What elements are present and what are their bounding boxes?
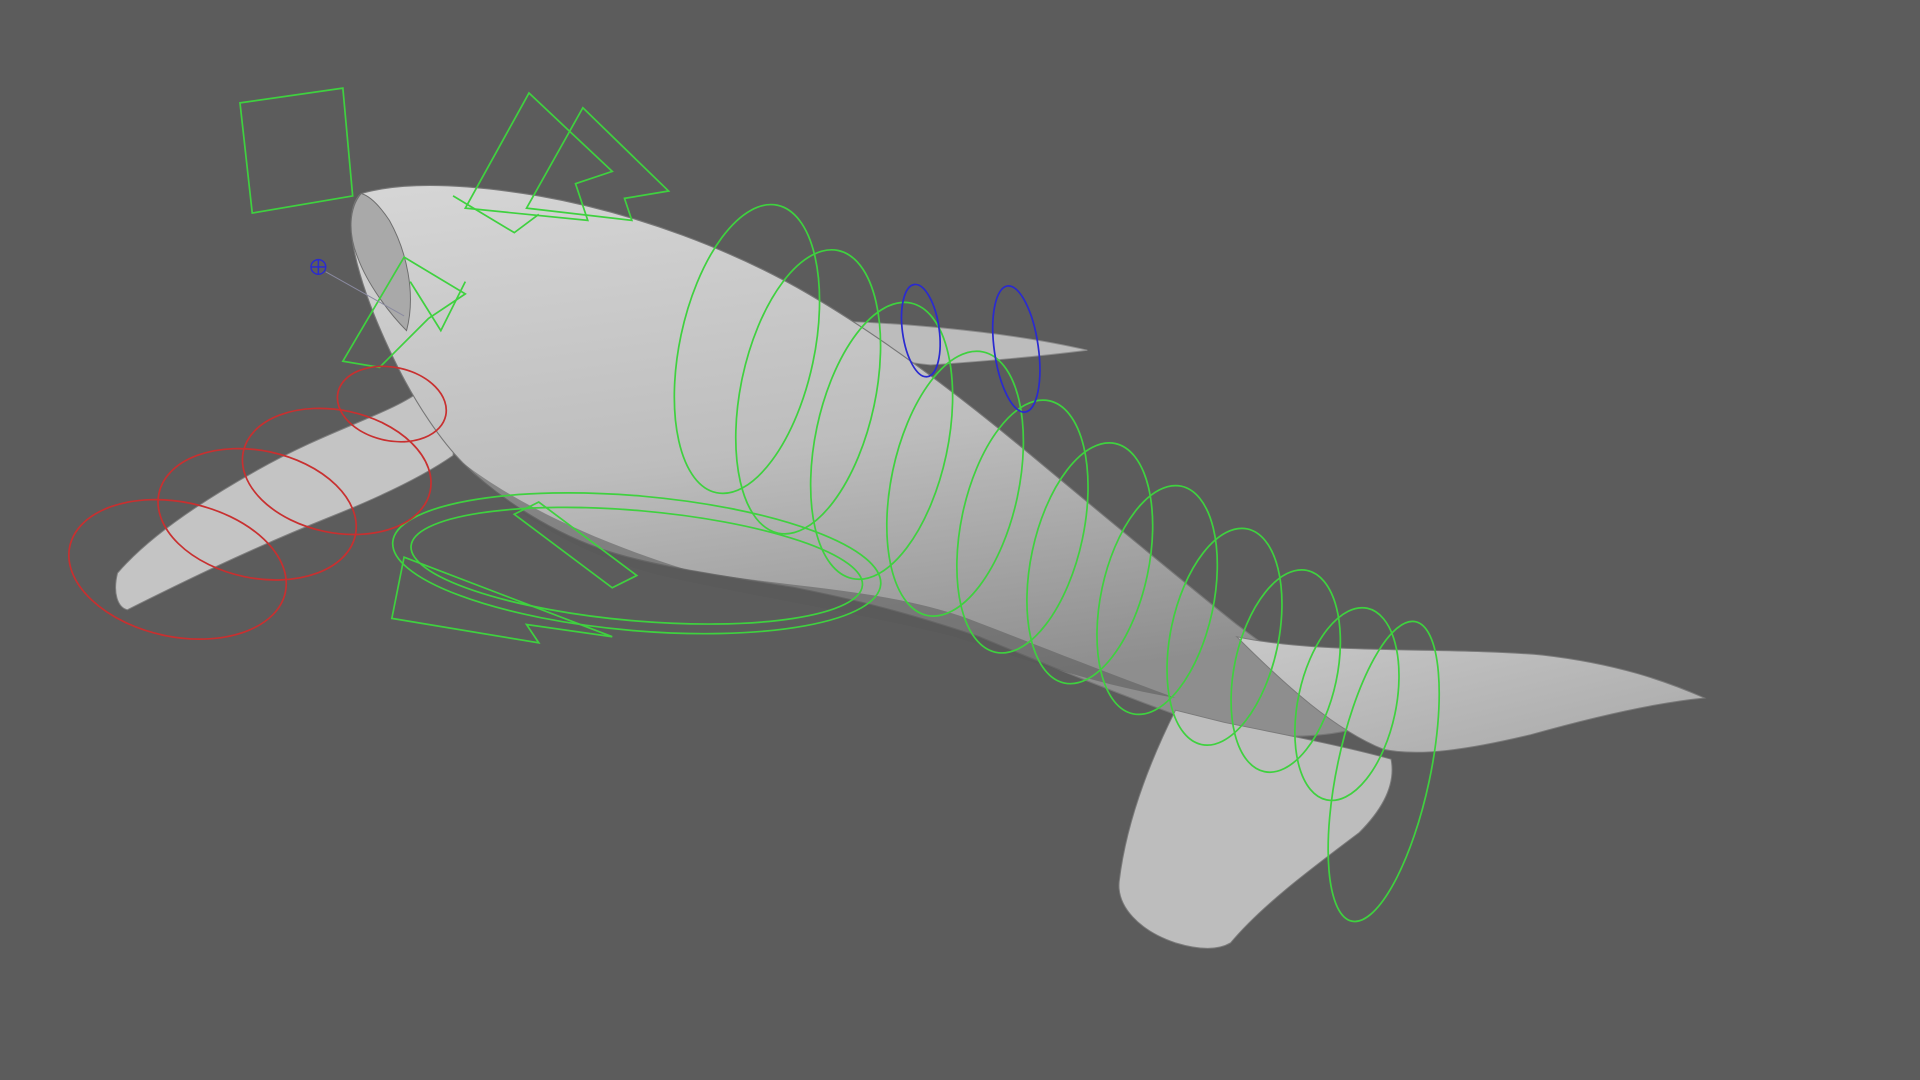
- 3d-viewport[interactable]: [0, 0, 1920, 1080]
- viewport-scene[interactable]: [0, 0, 1920, 1080]
- crosshair-circle-icon[interactable]: [310, 258, 327, 276]
- tail-fluke-lower[interactable]: [1118, 709, 1393, 949]
